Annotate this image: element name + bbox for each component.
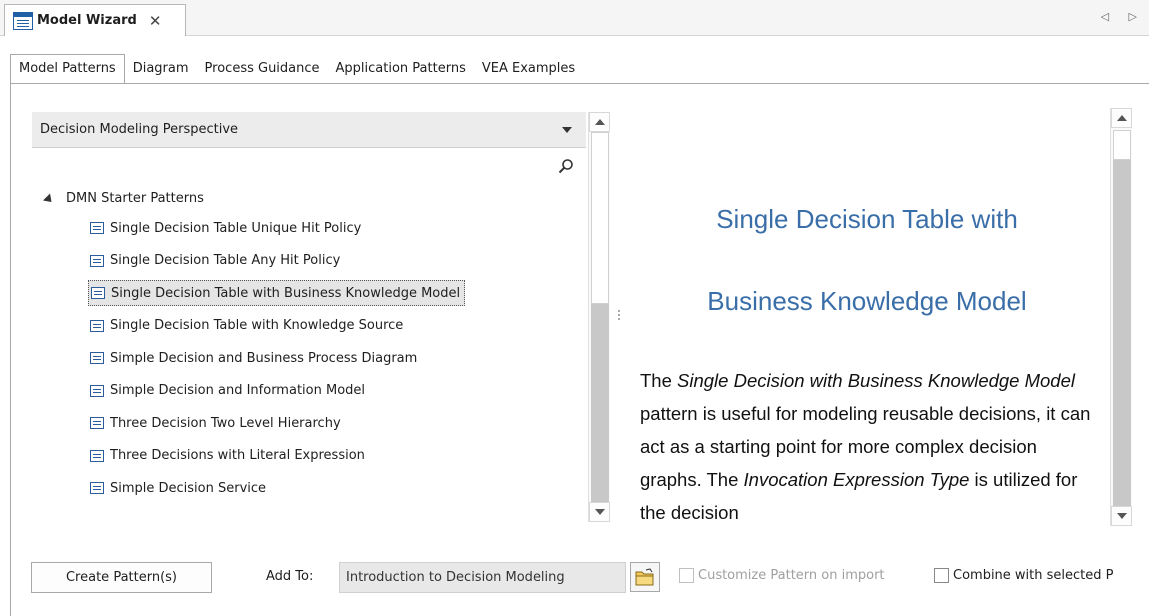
pattern-item-icon [90, 352, 104, 365]
tree-item-selected[interactable]: Single Decision Table with Business Know… [32, 277, 586, 310]
tree-scrollbar-track[interactable] [591, 304, 609, 502]
tree-item-label: Single Decision Table Any Hit Policy [110, 253, 341, 269]
tree-item-label: Single Decision Table Unique Hit Policy [110, 220, 362, 236]
wizard-tabs: Model Patterns Diagram Process Guidance … [10, 54, 583, 83]
tree-item[interactable]: Single Decision Table Unique Hit Policy [32, 212, 586, 245]
pattern-item-icon [90, 319, 104, 332]
add-to-label: Add To: [266, 569, 314, 584]
description-title: Single Decision Table with Business Know… [644, 178, 1090, 342]
description-scrollbar-thumb[interactable] [1113, 130, 1131, 160]
search-icon[interactable] [558, 158, 574, 174]
combine-with-selected-label: Combine with selected P [953, 568, 1114, 583]
tree-item[interactable]: Three Decisions with Literal Expression [32, 440, 586, 473]
document-tab-model-wizard[interactable]: Model Wizard ✕ [4, 4, 186, 36]
tree-scrollbar[interactable] [588, 112, 610, 522]
scroll-down-icon[interactable] [589, 502, 610, 522]
tree-item[interactable]: Three Decision Two Level Hierarchy [32, 407, 586, 440]
title-bar: Model Wizard ✕ ◁ ▷ [0, 0, 1149, 36]
description-scrollbar[interactable] [1110, 108, 1132, 526]
tree-item-label: Single Decision Table with Business Know… [111, 285, 461, 301]
tree-group-dmn-starter-patterns[interactable]: DMN Starter Patterns [32, 184, 586, 212]
close-icon[interactable]: ✕ [149, 12, 162, 30]
tab-vea-examples[interactable]: VEA Examples [474, 56, 583, 82]
tree-group-label: DMN Starter Patterns [66, 190, 204, 206]
tree-item[interactable]: Simple Decision and Business Process Dia… [32, 342, 586, 375]
customize-pattern-checkbox[interactable]: Customize Pattern on import [679, 568, 952, 583]
folder-icon [635, 568, 654, 586]
tree-item[interactable]: Single Decision Table with Knowledge Sou… [32, 310, 586, 343]
scroll-up-icon[interactable] [589, 112, 610, 132]
checkbox-box[interactable] [679, 568, 694, 583]
pattern-item-icon [90, 449, 104, 462]
tree-item[interactable]: Simple Decision and Information Model [32, 375, 586, 408]
tree-item[interactable]: Single Decision Table Any Hit Policy [32, 245, 586, 278]
description-emphasis: Invocation Expression Type [743, 469, 970, 490]
panel-splitter[interactable] [617, 308, 621, 322]
pattern-item-icon [90, 482, 104, 495]
description-title-line2: Business Knowledge Model [707, 286, 1027, 316]
create-patterns-button[interactable]: Create Pattern(s) [31, 562, 212, 593]
browse-folder-button[interactable] [630, 562, 660, 592]
tree-item[interactable]: Simple Decision Service [32, 472, 586, 505]
tree-item-label: Single Decision Table with Knowledge Sou… [110, 318, 404, 334]
description-title-line1: Single Decision Table with [716, 204, 1018, 234]
pattern-item-icon [90, 417, 104, 430]
combine-with-selected-checkbox[interactable]: Combine with selected P [934, 568, 1114, 583]
description-scrollbar-track[interactable] [1113, 160, 1131, 506]
document-icon [13, 11, 33, 30]
customize-pattern-label: Customize Pattern on import [698, 568, 885, 583]
dropdown-arrow-icon[interactable] [562, 127, 572, 133]
scroll-down-icon[interactable] [1111, 506, 1132, 526]
pattern-item-icon [90, 222, 104, 235]
tree-item-label: Simple Decision and Business Process Dia… [110, 350, 418, 366]
scroll-up-icon[interactable] [1111, 108, 1132, 128]
pattern-tree: DMN Starter Patterns Single Decision Tab… [32, 184, 586, 505]
collapse-triangle-icon[interactable] [42, 192, 56, 206]
checkbox-box[interactable] [934, 568, 949, 583]
tree-item-label: Three Decisions with Literal Expression [110, 448, 365, 464]
tree-item-label: Three Decision Two Level Hierarchy [110, 415, 341, 431]
add-to-field[interactable]: Introduction to Decision Modeling [339, 562, 626, 593]
tab-process-guidance[interactable]: Process Guidance [197, 56, 328, 82]
pattern-item-icon [90, 254, 104, 267]
tree-item-label: Simple Decision Service [110, 480, 267, 496]
pattern-item-icon [91, 287, 105, 300]
perspective-dropdown-value: Decision Modeling Perspective [40, 122, 239, 137]
tab-application-patterns[interactable]: Application Patterns [328, 56, 474, 82]
tree-item-label: Simple Decision and Information Model [110, 383, 366, 399]
tab-diagram[interactable]: Diagram [125, 56, 197, 82]
tree-scrollbar-thumb[interactable] [591, 132, 609, 304]
description-body: The Single Decision with Business Knowle… [640, 364, 1100, 526]
description-emphasis: Single Decision with Business Knowledge … [677, 370, 1075, 391]
pattern-tree-panel: Decision Modeling Perspective DMN Starte… [32, 112, 610, 522]
description-text: The [640, 370, 678, 391]
tab-scroll-arrows-icon[interactable]: ◁ ▷ [1101, 10, 1145, 23]
perspective-dropdown[interactable]: Decision Modeling Perspective [32, 112, 586, 148]
document-tab-title: Model Wizard [37, 13, 137, 28]
pattern-item-icon [90, 384, 104, 397]
pattern-description-panel: Single Decision Table with Business Know… [624, 108, 1110, 526]
tab-model-patterns[interactable]: Model Patterns [10, 54, 125, 83]
